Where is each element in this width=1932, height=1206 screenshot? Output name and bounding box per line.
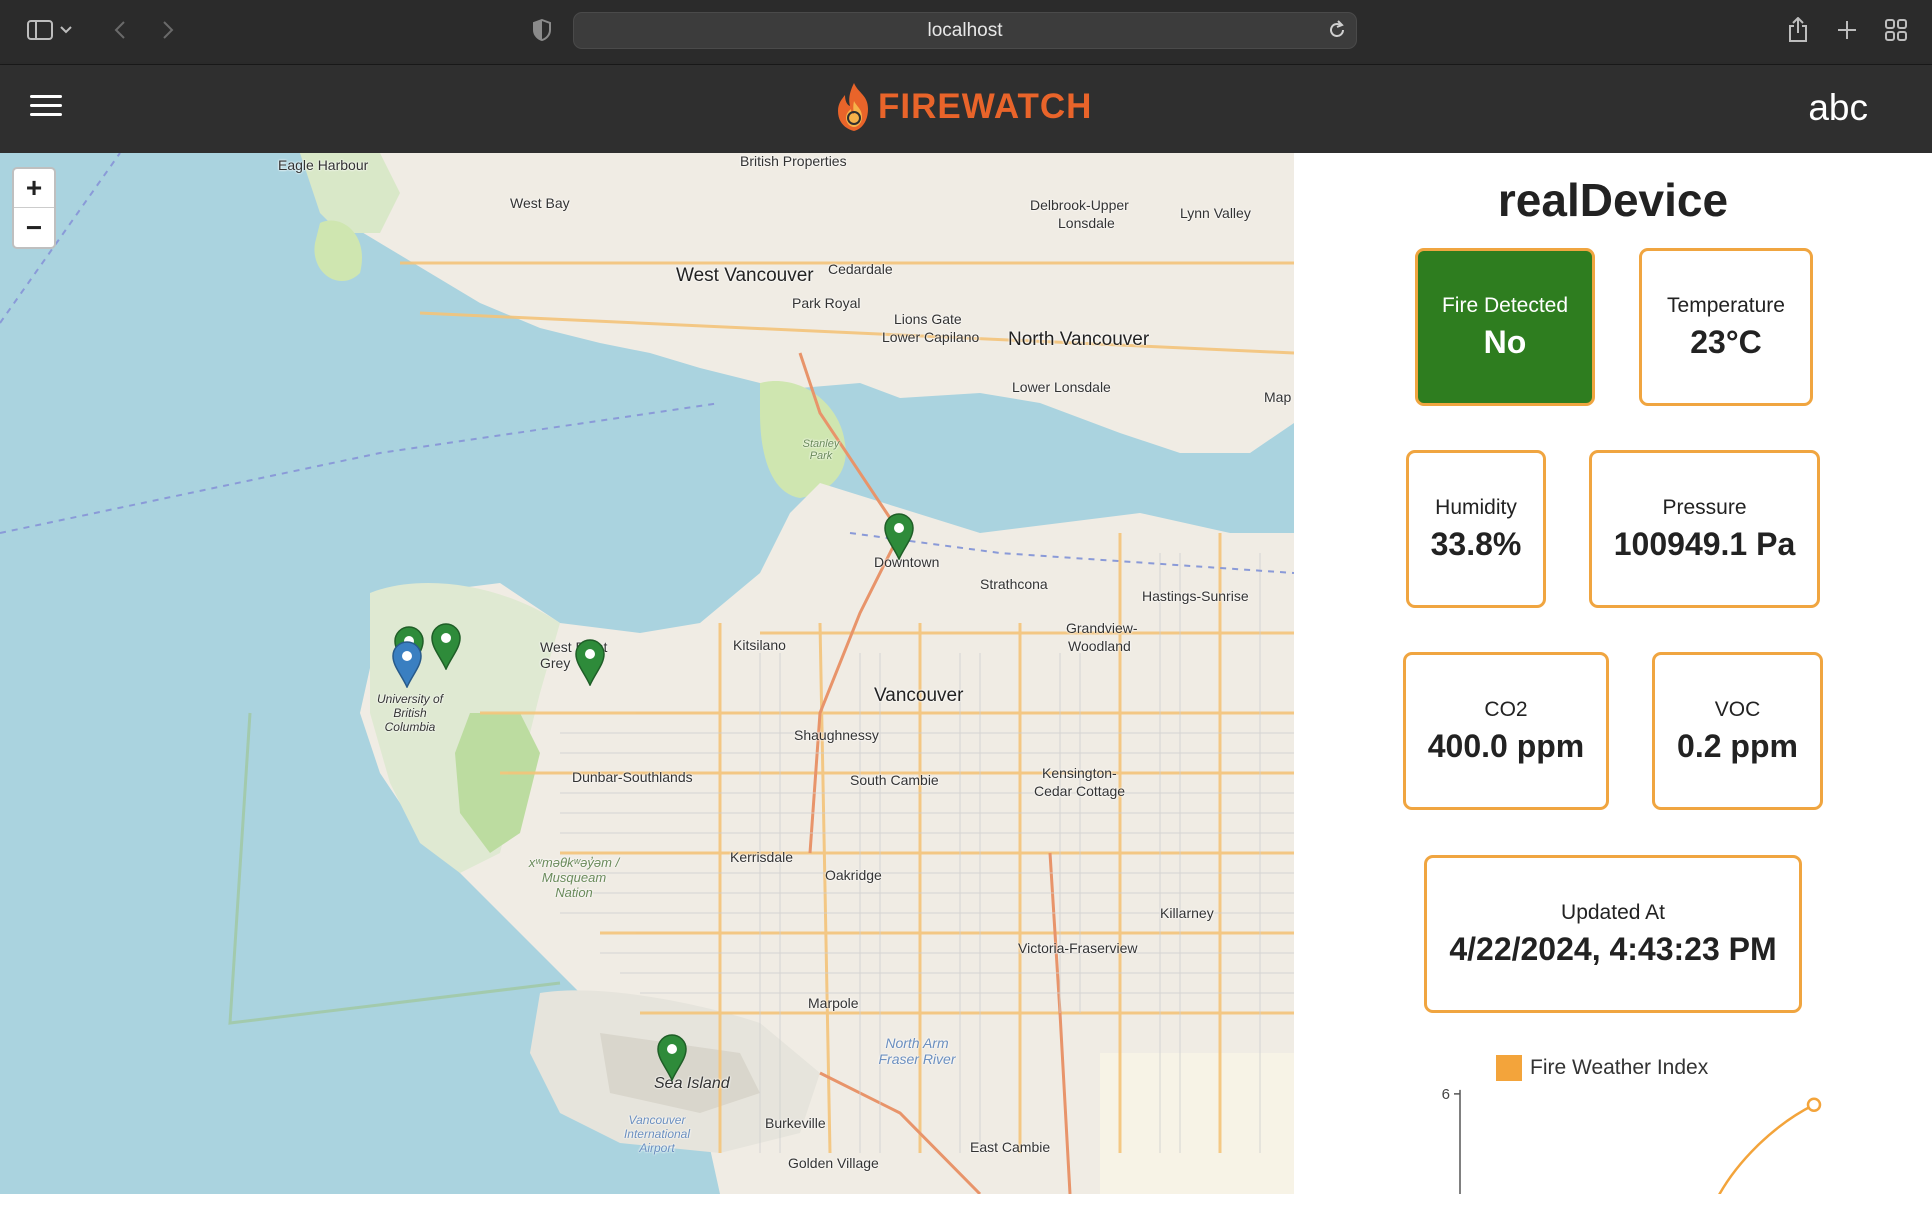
chevron-down-icon[interactable] <box>56 12 76 48</box>
data-point[interactable] <box>1806 1097 1822 1113</box>
map-label: Strathcona <box>980 576 1048 592</box>
updated-at-label: Updated At <box>1561 900 1665 924</box>
menu-icon[interactable] <box>30 95 62 123</box>
updated-at-value: 4/22/2024, 4:43:23 PM <box>1449 930 1777 967</box>
map-label: Kitsilano <box>733 637 786 653</box>
map-label: Park Royal <box>792 295 861 311</box>
co2-label: CO2 <box>1484 697 1528 721</box>
zoom-control: + − <box>12 167 56 249</box>
map-marker-ubc-2[interactable] <box>430 622 462 671</box>
pressure-value: 100949.1 Pa <box>1613 525 1796 562</box>
flame-icon <box>838 83 868 131</box>
map-marker-ubc-selected[interactable] <box>391 640 423 689</box>
map-label: Grandview- <box>1066 620 1138 636</box>
map-label: Kerrisdale <box>730 849 794 865</box>
map-label: Eagle Harbour <box>278 157 369 173</box>
co2-card: CO2 400.0 ppm <box>1403 652 1609 810</box>
map-label: East Cambie <box>970 1139 1051 1155</box>
forward-icon[interactable] <box>148 12 188 48</box>
sidebar-toggle-icon[interactable] <box>20 12 60 48</box>
map-label: University of British Columbia <box>376 692 444 734</box>
map-label: Stanley Park <box>802 438 840 462</box>
map-label: Vancouver <box>874 685 964 706</box>
series-line <box>1718 1103 1815 1194</box>
map-label: Cedardale <box>828 261 893 277</box>
voc-label: VOC <box>1714 697 1761 721</box>
map-label: Cedar Cottage <box>1034 783 1126 799</box>
shield-icon[interactable] <box>522 12 562 48</box>
zoom-out-button[interactable]: − <box>14 208 54 247</box>
fire-weather-chart: 64 <box>1442 1086 1822 1194</box>
map-label: South Cambie <box>850 772 939 788</box>
url-text: localhost <box>927 19 1003 41</box>
map-label: Lower Lonsdale <box>1012 379 1111 395</box>
map-marker-downtown[interactable] <box>883 512 915 561</box>
fire-detected-label: Fire Detected <box>1441 293 1569 317</box>
map-label: Hastings-Sunrise <box>1142 588 1249 604</box>
device-title: realDevice <box>1497 174 1729 226</box>
map-label: xʷməθkʷəy̓əm / Musqueam Nation <box>528 855 620 900</box>
map-marker-sea-island[interactable] <box>656 1033 688 1082</box>
reload-icon[interactable] <box>1328 20 1346 46</box>
map-label: Lonsdale <box>1058 215 1115 231</box>
temperature-card: Temperature 23°C <box>1639 248 1813 406</box>
new-tab-icon[interactable] <box>1827 12 1867 48</box>
temperature-value: 23°C <box>1690 323 1762 360</box>
map-label: Killarney <box>1160 905 1214 921</box>
map-label: Lions Gate <box>894 311 962 327</box>
temperature-label: Temperature <box>1667 293 1785 317</box>
map-label: West Vancouver <box>676 265 814 286</box>
updated-at-card: Updated At 4/22/2024, 4:43:23 PM <box>1424 855 1802 1013</box>
zoom-in-button[interactable]: + <box>14 169 54 208</box>
app-header: FIREWATCH abc <box>0 65 1932 153</box>
fire-detected-card: Fire Detected No <box>1415 248 1595 406</box>
pressure-label: Pressure <box>1662 495 1747 519</box>
device-panel: realDevice Fire Detected No Temperature … <box>1294 153 1932 1194</box>
fire-detected-value: No <box>1483 323 1527 360</box>
map-marker-west-point-grey[interactable] <box>574 638 606 687</box>
logo[interactable]: FIREWATCH <box>832 75 1092 139</box>
map-label: Marpole <box>808 995 859 1011</box>
map-label: Woodland <box>1068 638 1131 654</box>
user-name[interactable]: abc <box>1808 87 1868 129</box>
browser-toolbar: localhost <box>0 0 1932 65</box>
humidity-card: Humidity 33.8% <box>1406 450 1546 608</box>
voc-card: VOC 0.2 ppm <box>1652 652 1823 810</box>
y-tick-label: 6 <box>1442 1086 1450 1103</box>
map-label: North Arm Fraser River <box>878 1035 956 1067</box>
map-label: North Vancouver <box>1008 329 1150 350</box>
map-label: Victoria-Fraserview <box>1018 940 1138 956</box>
logo-text: FIREWATCH <box>878 87 1093 126</box>
map-label: Delbrook-Upper <box>1030 197 1129 213</box>
map-label: Oakridge <box>825 867 882 883</box>
map-label: Kensington- <box>1042 765 1117 781</box>
map[interactable]: Eagle Harbour British Properties West Ba… <box>0 153 1294 1194</box>
map-label: West Bay <box>510 195 570 211</box>
voc-value: 0.2 ppm <box>1677 727 1798 764</box>
address-bar[interactable]: localhost <box>573 12 1357 49</box>
share-icon[interactable] <box>1778 12 1818 48</box>
map-label: Lynn Valley <box>1180 205 1251 221</box>
pressure-card: Pressure 100949.1 Pa <box>1589 450 1820 608</box>
map-label: Shaughnessy <box>794 727 879 743</box>
map-label: Golden Village <box>788 1155 879 1171</box>
map-label: Dunbar-Southlands <box>572 769 693 785</box>
back-icon[interactable] <box>100 12 140 48</box>
map-basemap <box>0 153 1294 1194</box>
map-label: Vancouver International Airport <box>623 1113 691 1155</box>
map-label: Burkeville <box>765 1115 826 1131</box>
humidity-value: 33.8% <box>1430 525 1522 562</box>
map-label: Map <box>1264 389 1292 405</box>
co2-value: 400.0 ppm <box>1427 727 1585 764</box>
map-label: British Properties <box>740 153 847 169</box>
humidity-label: Humidity <box>1435 495 1517 519</box>
tab-overview-icon[interactable] <box>1876 12 1916 48</box>
map-label: Lower Capilano <box>882 329 980 345</box>
